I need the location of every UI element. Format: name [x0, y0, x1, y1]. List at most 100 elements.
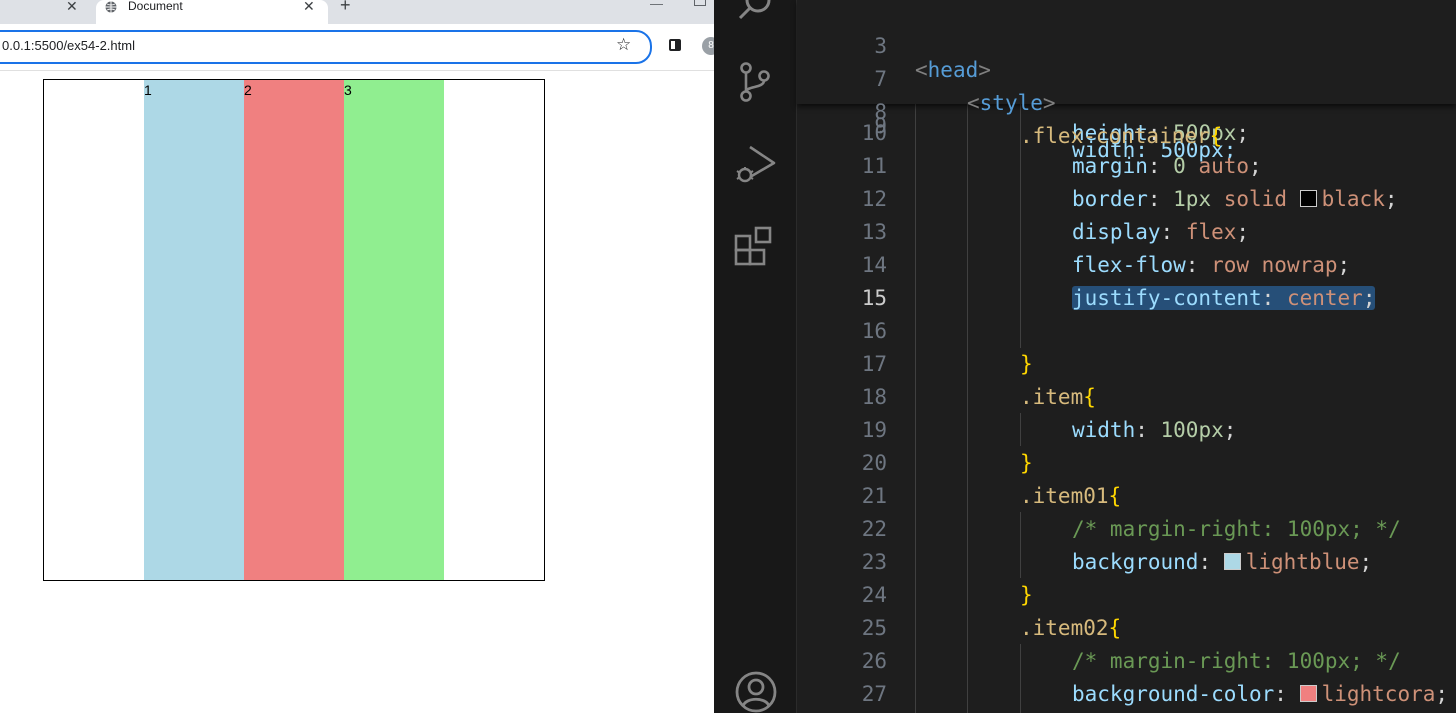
code-statement: flex-flow: row nowrap; — [1072, 253, 1350, 277]
code-text: flex-flow: row nowrap; — [1072, 249, 1350, 282]
line-number: 8 — [874, 100, 887, 124]
code-statement: border: 1px solid black; — [1072, 187, 1398, 211]
vscode-window: 9 width: 500px; 3 <head> 7 <style> 8 .fl… — [714, 0, 1456, 713]
code-token: 0 — [1173, 154, 1186, 178]
code-token: auto — [1198, 154, 1250, 178]
line-number: 21 — [861, 484, 887, 508]
item-1: 1 — [144, 80, 244, 580]
line-number: 25 — [861, 616, 887, 640]
code-text: background-color: lightcora; — [1072, 678, 1448, 711]
code-token: : — [1274, 682, 1300, 706]
code-line: 16 — [797, 315, 1456, 348]
code-token: ; — [1223, 418, 1237, 442]
side-panel-icon[interactable] — [669, 39, 681, 51]
line-number: 18 — [861, 385, 887, 409]
tab-document[interactable]: Document ✕ — [96, 0, 328, 24]
code-statement: justify-content: center; — [1072, 286, 1376, 310]
line-number: 27 — [861, 682, 887, 706]
extension-icon[interactable]: 8 — [702, 37, 714, 55]
code-token: { — [1083, 385, 1096, 409]
code-token: .item — [1020, 385, 1084, 409]
bookmark-star-icon[interactable]: ☆ — [616, 35, 631, 55]
code-text: border: 1px solid black; — [1072, 183, 1398, 216]
code-line: 13 display: flex; — [797, 216, 1456, 249]
extensions-icon[interactable] — [734, 226, 778, 270]
code-token: : — [1185, 253, 1212, 277]
code-text: .flex-container{ — [1020, 124, 1223, 148]
address-bar[interactable]: 0.0.1:5500/ex54-2.html ☆ — [0, 30, 652, 64]
color-swatch-icon — [1223, 553, 1241, 570]
code-line: 7 <style> — [797, 39, 1456, 115]
line-number: 22 — [861, 517, 887, 541]
flex-container: 1 2 3 — [43, 79, 545, 581]
code-line: 11 margin: 0 auto; — [797, 150, 1456, 183]
code-token: lightblue — [1245, 550, 1360, 574]
code-line: 14 flex-flow: row nowrap; — [797, 249, 1456, 282]
code-token: .item02 — [1020, 616, 1109, 640]
source-control-icon[interactable] — [734, 60, 778, 104]
code-statement: width: 100px; — [1072, 418, 1236, 442]
sticky-scroll-header: 3 <head> 7 <style> 8 .flex-container{ — [797, 0, 1456, 148]
code-line: 15 justify-content: center; — [797, 282, 1456, 315]
code-line: 12 border: 1px solid black; — [797, 183, 1456, 216]
code-line: 27 background-color: lightcora; — [797, 678, 1456, 711]
code-token: 1px — [1173, 187, 1212, 211]
code-token: 100px — [1160, 418, 1224, 442]
line-number: 23 — [861, 550, 887, 574]
search-icon[interactable] — [734, 0, 778, 30]
code-editor[interactable]: 9 width: 500px; 3 <head> 7 <style> 8 .fl… — [797, 0, 1456, 713]
maximize-icon[interactable] — [694, 0, 706, 6]
code-text: } — [1020, 447, 1033, 480]
line-number: 13 — [861, 220, 887, 244]
code-token: : — [1135, 418, 1161, 442]
tab-strip: ✕ Document ✕ + — — [0, 0, 714, 24]
previous-tab-close-icon[interactable]: ✕ — [66, 0, 78, 15]
code-text: /* margin-right: 100px; */ — [1072, 645, 1401, 678]
code-line: 3 <head> — [797, 6, 1456, 82]
line-number: 24 — [861, 583, 887, 607]
new-tab-button[interactable]: + — [340, 0, 351, 16]
code-statement: background-color: lightcora; — [1072, 682, 1448, 706]
close-tab-icon[interactable]: ✕ — [303, 0, 315, 15]
line-number: 20 — [861, 451, 887, 475]
code-text: /* margin-right: 100px; */ — [1072, 513, 1401, 546]
code-token: border — [1072, 187, 1148, 211]
code-token: : — [1160, 220, 1186, 244]
code-token: margin — [1072, 154, 1148, 178]
code-token: ; — [1362, 286, 1376, 310]
code-token: ; — [1384, 187, 1398, 211]
code-token: width — [1072, 418, 1136, 442]
line-number: 26 — [861, 649, 887, 673]
account-icon[interactable] — [734, 670, 778, 713]
code-token: } — [1020, 451, 1033, 475]
item-3: 3 — [344, 80, 444, 580]
code-token: ; — [1236, 121, 1250, 145]
code-token: black — [1321, 187, 1385, 211]
code-text: .item01{ — [1020, 480, 1121, 513]
tab-title: Document — [128, 0, 183, 13]
code-line: 20} — [797, 447, 1456, 480]
line-number: 12 — [861, 187, 887, 211]
code-text: display: flex; — [1072, 216, 1249, 249]
line-number: 17 — [861, 352, 887, 376]
run-debug-icon[interactable] — [734, 143, 778, 187]
code-line: 24} — [797, 579, 1456, 612]
code-line: 26 /* margin-right: 100px; */ — [797, 645, 1456, 678]
minimize-icon[interactable]: — — [650, 0, 663, 11]
color-swatch-icon — [1299, 190, 1317, 207]
code-line: 25 .item02{ — [797, 612, 1456, 645]
code-text: margin: 0 auto; — [1072, 150, 1262, 183]
code-token: /* margin-right: 100px; */ — [1072, 649, 1401, 673]
code-token: justify-content — [1072, 286, 1262, 310]
url-text[interactable]: 0.0.1:5500/ex54-2.html — [2, 38, 135, 53]
code-text: .item{ — [1020, 381, 1096, 414]
line-number: 14 — [861, 253, 887, 277]
code-token: lightcora — [1321, 682, 1436, 706]
item-2: 2 — [244, 80, 344, 580]
code-token: : — [1198, 550, 1224, 574]
activity-bar — [714, 0, 797, 713]
code-line: 19 width: 100px; — [797, 414, 1456, 447]
